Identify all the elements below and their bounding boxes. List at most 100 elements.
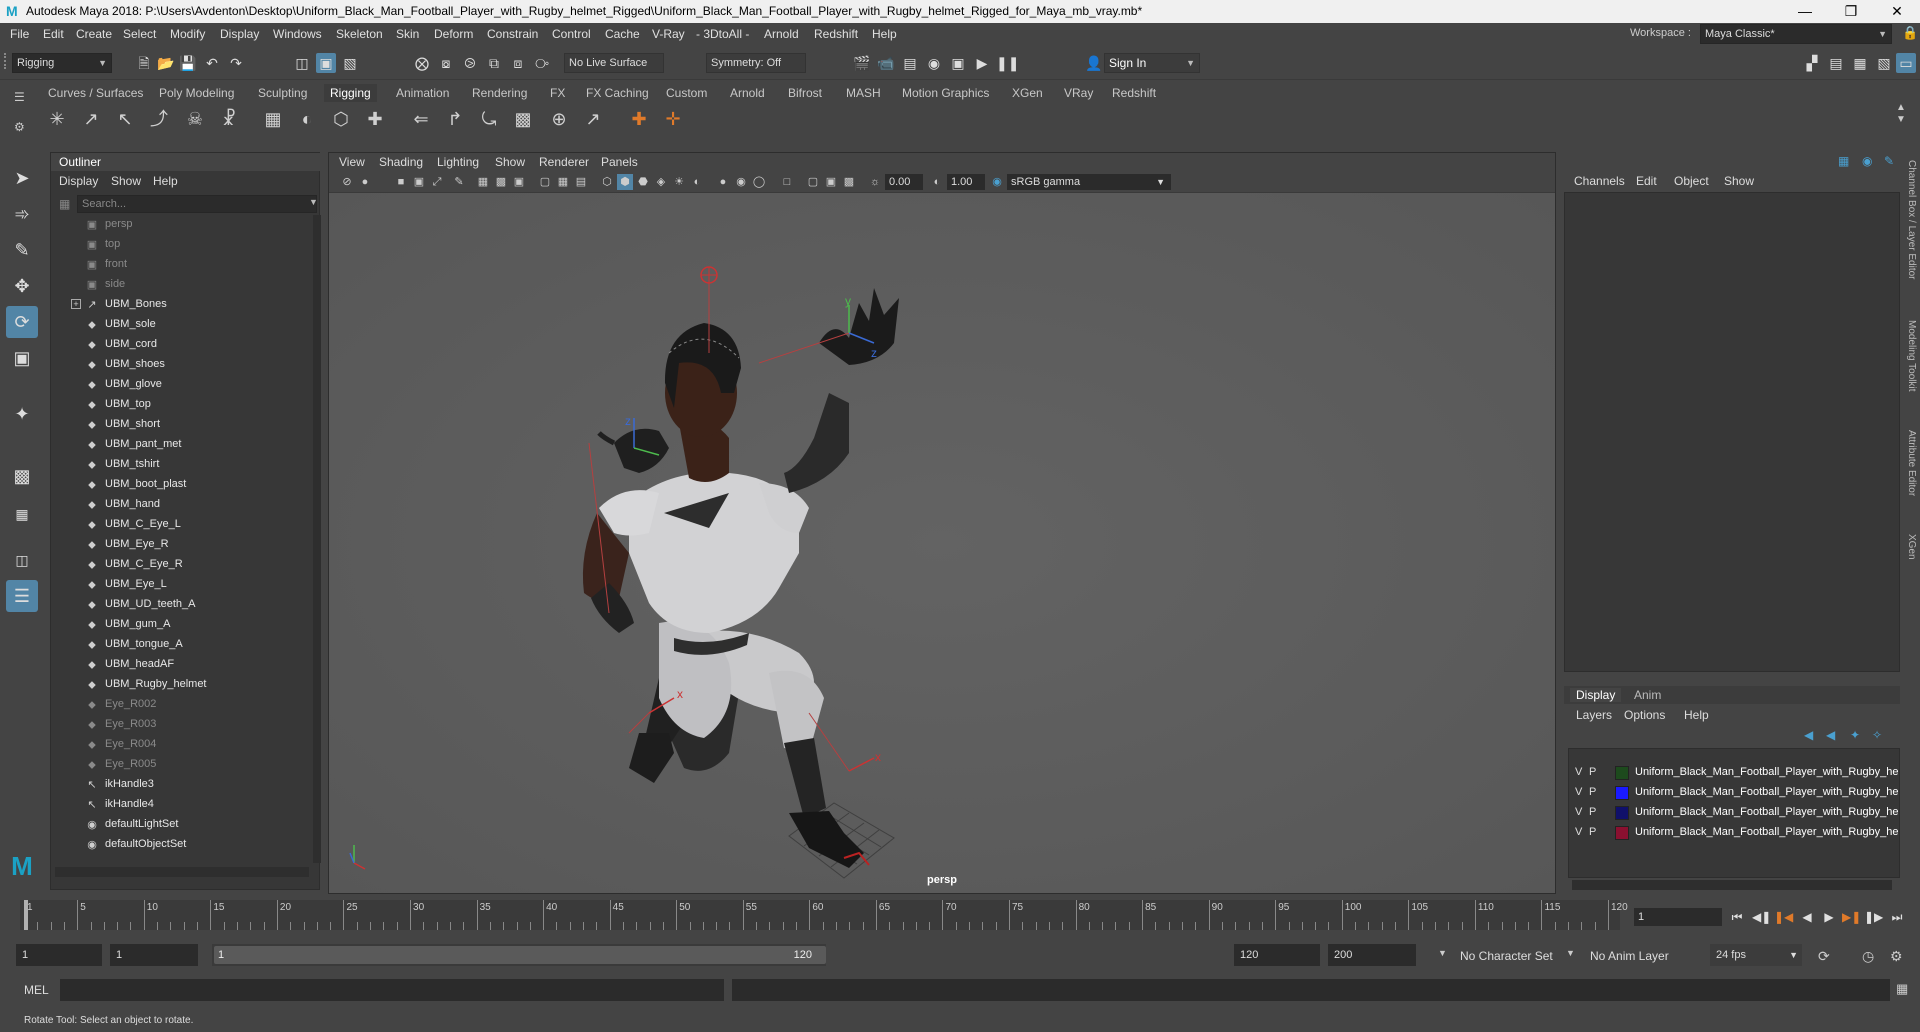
shelf-tab-custom[interactable]: Custom	[660, 84, 713, 102]
parent-constraint-icon[interactable]: ⇐	[408, 106, 434, 132]
gamma-icon[interactable]: ◐	[929, 174, 945, 190]
grease-pencil-icon[interactable]: ✎	[451, 174, 467, 190]
menu-display[interactable]: Display	[220, 27, 259, 41]
joint-tool-icon[interactable]: ✳	[44, 106, 70, 132]
menu-vray[interactable]: V-Ray	[652, 27, 685, 41]
display-layer-row[interactable]: V P Uniform_Black_Man_Football_Player_with…	[1573, 763, 1905, 783]
motion-blur-icon[interactable]: ◉	[733, 174, 749, 190]
ik-fk-switch-icon[interactable]: ✛	[660, 106, 686, 132]
snap-projected-icon[interactable]: ⧉	[484, 53, 504, 73]
layer-visibility-toggle[interactable]: V	[1575, 786, 1582, 798]
menu-modify[interactable]: Modify	[170, 27, 205, 41]
fps-dropdown[interactable]: 24 fps ▼	[1710, 944, 1802, 966]
redo-icon[interactable]: ↷	[226, 53, 246, 73]
image-plane-icon[interactable]: ▣	[411, 174, 427, 190]
select-component-icon[interactable]: ▧	[340, 53, 360, 73]
menu-3dtoall[interactable]: - 3DtoAll -	[696, 27, 749, 41]
snap-grid-icon[interactable]: ⨂	[412, 53, 432, 73]
shelf-tab-redshift[interactable]: Redshift	[1106, 84, 1162, 102]
shelf-tab-rendering[interactable]: Rendering	[466, 84, 533, 102]
snap-curve-icon[interactable]: ⧇	[436, 53, 456, 73]
outliner-item[interactable]: ▣ front	[51, 255, 309, 275]
shelf-tab-bifrost[interactable]: Bifrost	[782, 84, 828, 102]
last-tool-icon[interactable]: ✦	[6, 398, 38, 430]
attribute-editor-icon[interactable]: ◉	[1862, 154, 1872, 168]
chevron-down-icon[interactable]: ▼	[1438, 948, 1447, 958]
playback-end-field[interactable]: 120	[1234, 944, 1320, 966]
playback-start-field[interactable]: 1	[110, 944, 198, 966]
menuset-dropdown[interactable]: Rigging ▼	[12, 53, 112, 73]
view-transform-dropdown[interactable]: sRGB gamma ▼	[1007, 174, 1171, 190]
xray-icon[interactable]: ▢	[805, 174, 821, 190]
layer-playback-toggle[interactable]: P	[1589, 826, 1596, 838]
move-layer-down-icon[interactable]: ◀	[1826, 728, 1835, 742]
ik-handle-tool-icon[interactable]: ↖	[112, 106, 138, 132]
two-d-pan-icon[interactable]: ⤢	[429, 174, 445, 190]
four-pane-layout-icon[interactable]: ▦	[6, 498, 38, 530]
render-icon[interactable]: 🎬	[852, 53, 872, 73]
outliner-menu-display[interactable]: Display	[59, 174, 98, 188]
symmetry-dropdown[interactable]: Symmetry: Off	[706, 53, 806, 73]
character-set-label[interactable]: No Character Set	[1460, 949, 1553, 963]
shelf-tab-motion-graphics[interactable]: Motion Graphics	[896, 84, 995, 102]
side-tab-attribute-editor[interactable]: Attribute Editor	[1906, 430, 1917, 496]
expand-icon[interactable]: +	[71, 299, 81, 309]
field-chart-icon[interactable]: ▦	[555, 174, 571, 190]
time-slider-bar[interactable]: 1 5 10 15 20 25 30 35 40 45 50 55 60 65 70 75 80 85 90 95 10…	[20, 900, 1628, 930]
side-tab-modeling-toolkit[interactable]: Modeling Toolkit	[1906, 320, 1917, 392]
restore-icon[interactable]: ❐	[1828, 0, 1874, 23]
bookmarks-icon[interactable]: ■	[393, 174, 409, 190]
lattice-icon[interactable]: ⬡	[328, 106, 354, 132]
outliner-item[interactable]: ⬥ UBM_gum_A	[51, 615, 309, 635]
rotate-tool-icon[interactable]: ⟳	[6, 306, 38, 338]
outliner-horizontal-scrollbar[interactable]	[55, 867, 309, 877]
live-surface-field[interactable]: No Live Surface	[564, 53, 664, 73]
outliner-vertical-scrollbar[interactable]	[313, 215, 321, 863]
shelf-tab-fx-caching[interactable]: FX Caching	[580, 84, 655, 102]
pause-icon[interactable]: ❚❚	[996, 53, 1019, 73]
workspace-dropdown[interactable]: Maya Classic* ▼	[1700, 24, 1892, 44]
viewport-menu-view[interactable]: View	[339, 155, 365, 169]
outliner-item[interactable]: ⬥ UBM_Eye_L	[51, 575, 309, 595]
screen-space-ao-icon[interactable]: ●	[715, 174, 731, 190]
preferences-icon[interactable]: ⚙	[1890, 948, 1903, 965]
outliner-item[interactable]: ⬥ UBM_top	[51, 395, 309, 415]
scale-tool-icon[interactable]: ▣	[6, 342, 38, 374]
toggle-tool-settings-icon[interactable]: ▦	[1850, 53, 1870, 73]
orient-constraint-icon[interactable]: ⤿	[476, 106, 502, 132]
layer-color-swatch[interactable]	[1615, 786, 1629, 800]
new-empty-layer-icon[interactable]: ✦	[1850, 728, 1860, 742]
toggle-channel-box-icon[interactable]: ▧	[1874, 53, 1894, 73]
menu-cache[interactable]: Cache	[605, 27, 640, 41]
move-tool-icon[interactable]: ✥	[6, 270, 38, 302]
pole-vector-icon[interactable]: ↗	[580, 106, 606, 132]
outliner-item[interactable]: ⬥ Eye_R005	[51, 755, 309, 775]
toggle-outliner-icon[interactable]: ▭	[1896, 53, 1916, 73]
ipr-render-icon[interactable]: 📹	[876, 53, 896, 73]
chevron-down-icon[interactable]: ▼	[1566, 948, 1575, 958]
layers-options-menu[interactable]: Options	[1624, 708, 1665, 722]
vray-icon[interactable]: ▶	[972, 53, 992, 73]
viewport-menu-lighting[interactable]: Lighting	[437, 155, 479, 169]
save-scene-icon[interactable]: 💾	[178, 53, 198, 73]
select-hierarchy-icon[interactable]: ◫	[292, 53, 312, 73]
move-layer-up-icon[interactable]: ◀	[1804, 728, 1813, 742]
render-view-icon[interactable]: ▣	[948, 53, 968, 73]
paint-select-tool-icon[interactable]: ✎	[6, 234, 38, 266]
script-editor-icon[interactable]: ▦	[1896, 981, 1908, 997]
menu-constrain[interactable]: Constrain	[487, 27, 538, 41]
snap-live-icon[interactable]: ⧂	[532, 53, 552, 73]
humanik-icon[interactable]: ☧	[216, 106, 242, 132]
outliner-item[interactable]: ⬥ UBM_C_Eye_L	[51, 515, 309, 535]
outliner-item[interactable]: ⬥ Eye_R003	[51, 715, 309, 735]
outliner-item[interactable]: ⬥ UBM_tshirt	[51, 455, 309, 475]
shelf-tab-fx[interactable]: FX	[544, 84, 571, 102]
scale-constraint-icon[interactable]: ▩	[510, 106, 536, 132]
exposure-field[interactable]: 0.00	[885, 174, 923, 190]
channels-show-menu[interactable]: Show	[1724, 174, 1754, 188]
animation-end-field[interactable]: 200	[1328, 944, 1416, 966]
ik-spline-icon[interactable]: ⤴	[146, 106, 172, 132]
display-layer-row[interactable]: V P Uniform_Black_Man_Football_Player_with…	[1573, 783, 1905, 803]
layer-horizontal-scrollbar[interactable]	[1572, 880, 1892, 890]
close-icon[interactable]: ✕	[1874, 0, 1920, 23]
